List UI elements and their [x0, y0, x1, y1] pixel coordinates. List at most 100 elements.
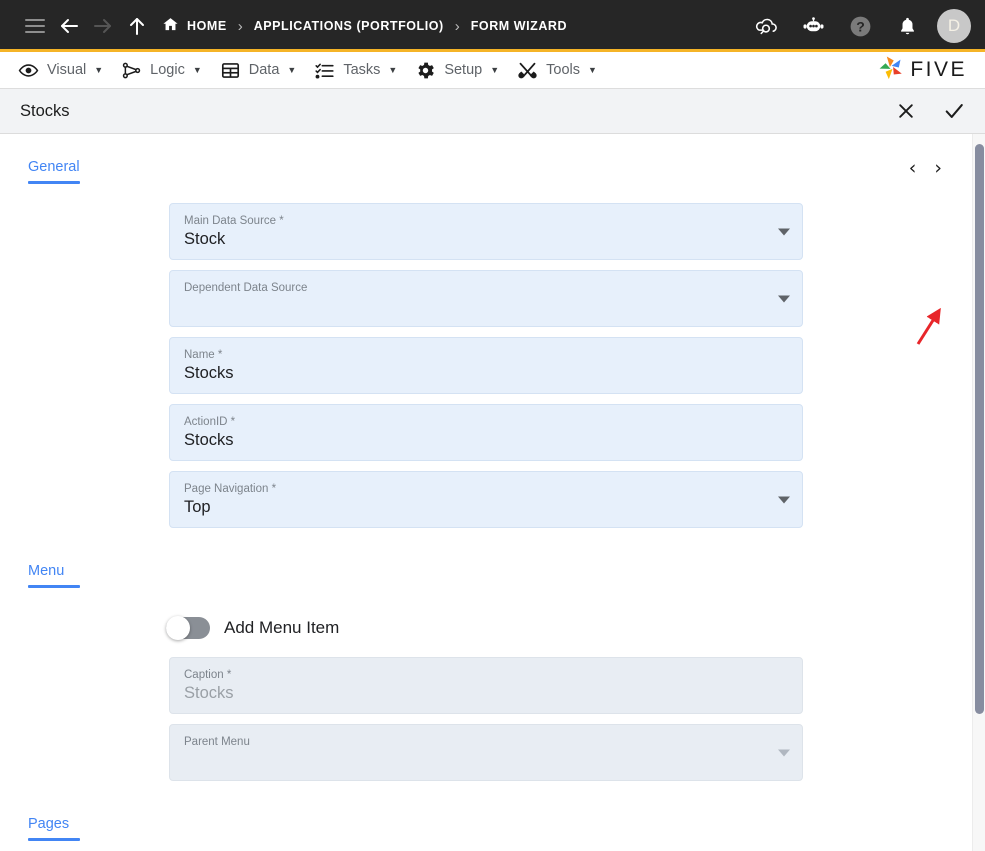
- field-label: Name *: [184, 349, 223, 361]
- chevron-down-icon[interactable]: [778, 228, 790, 235]
- section-menu: Menu Add Menu Item Caption * Stocks Pare…: [0, 538, 972, 781]
- field-value: Stocks: [184, 431, 234, 449]
- field-main-data-source[interactable]: Main Data Source * Stock: [169, 203, 803, 260]
- menu-item-tools[interactable]: Tools ▼: [513, 52, 611, 88]
- hamburger-menu-icon[interactable]: [18, 9, 52, 43]
- confirm-check-icon[interactable]: [941, 98, 967, 124]
- menu-item-label: Tools: [546, 62, 580, 78]
- menu-item-logic[interactable]: Logic ▼: [117, 52, 216, 88]
- section-underline: [28, 838, 80, 841]
- add-menu-item-row: Add Menu Item: [0, 588, 972, 640]
- toggle-label: Add Menu Item: [224, 618, 340, 637]
- cloud-search-icon[interactable]: [749, 9, 783, 43]
- eye-icon: [18, 60, 39, 81]
- breadcrumb-item-form-wizard[interactable]: FORM WIZARD: [471, 19, 567, 33]
- chevron-down-icon[interactable]: [778, 295, 790, 302]
- section-pages: Pages Type Action Caption + Form: [0, 791, 972, 851]
- close-icon[interactable]: [893, 98, 919, 124]
- application-menu-bar: Visual ▼ Logic ▼ Data ▼ Tasks ▼ Setup ▼ …: [0, 52, 985, 89]
- wrench-screwdriver-icon: [517, 60, 538, 81]
- add-menu-item-toggle[interactable]: [166, 616, 210, 640]
- back-arrow-icon[interactable]: [52, 9, 86, 43]
- section-title-pages: Pages: [28, 816, 70, 832]
- chevron-down-icon: ▼: [287, 65, 297, 75]
- menu-fields: Caption * Stocks Parent Menu: [0, 639, 972, 781]
- dialog-body: General ‹ › Main Data Source * Stock Dep…: [0, 134, 985, 851]
- dialog-actions: [893, 98, 967, 124]
- table-grid-icon: [220, 60, 241, 81]
- bell-icon[interactable]: [890, 9, 924, 43]
- topbar-actions: ? D: [749, 9, 971, 43]
- breadcrumb-separator: ›: [237, 17, 243, 35]
- menu-item-visual[interactable]: Visual ▼: [14, 52, 117, 88]
- field-label: Parent Menu: [184, 736, 250, 748]
- forward-arrow-icon[interactable]: [86, 9, 120, 43]
- menu-item-label: Logic: [150, 62, 185, 78]
- menu-item-label: Tasks: [343, 62, 381, 78]
- chevron-down-icon: ▼: [388, 65, 398, 75]
- breadcrumb-label: FORM WIZARD: [470, 19, 568, 33]
- gear-icon: [415, 60, 436, 81]
- field-label: Page Navigation *: [184, 483, 277, 495]
- brand-name: FIVE: [910, 58, 967, 81]
- section-title-menu: Menu: [28, 563, 65, 579]
- nav-prev-arrow[interactable]: ‹: [909, 159, 917, 178]
- field-actionid[interactable]: ActionID * Stocks: [169, 404, 803, 461]
- general-fields: Main Data Source * Stock Dependent Data …: [0, 184, 972, 528]
- menu-item-setup[interactable]: Setup ▼: [411, 52, 513, 88]
- field-page-navigation[interactable]: Page Navigation * Top: [169, 471, 803, 528]
- menu-item-label: Visual: [47, 62, 87, 78]
- page-title: Stocks: [20, 101, 70, 120]
- field-label: Main Data Source *: [184, 215, 284, 227]
- field-label: ActionID *: [184, 416, 236, 428]
- breadcrumb-separator: ›: [454, 17, 460, 35]
- page-nav-arrows: ‹ ›: [909, 159, 942, 178]
- home-icon: [162, 16, 179, 36]
- breadcrumb-label: APPLICATIONS (PORTFOLIO): [253, 19, 444, 33]
- section-title-general: General: [28, 159, 80, 175]
- user-avatar[interactable]: D: [937, 9, 971, 43]
- chevron-down-icon: ▼: [94, 65, 104, 75]
- logic-nodes-icon: [121, 60, 142, 81]
- top-navigation-bar: HOME › APPLICATIONS (PORTFOLIO) › FORM W…: [0, 0, 985, 52]
- robot-assistant-icon[interactable]: [796, 9, 830, 43]
- breadcrumb-label: HOME: [187, 19, 227, 33]
- nav-next-arrow[interactable]: ›: [934, 159, 942, 178]
- field-label: Dependent Data Source: [184, 282, 308, 294]
- svg-text:?: ?: [856, 18, 865, 34]
- field-value: Stocks: [184, 684, 234, 702]
- form-content: General ‹ › Main Data Source * Stock Dep…: [0, 134, 972, 851]
- menu-item-label: Setup: [444, 62, 483, 78]
- up-arrow-icon[interactable]: [120, 9, 154, 43]
- vertical-scrollbar[interactable]: [972, 134, 985, 851]
- field-value: [184, 295, 772, 317]
- field-value: [184, 749, 772, 771]
- chevron-down-icon[interactable]: [778, 496, 790, 503]
- field-name[interactable]: Name * Stocks: [169, 337, 803, 394]
- help-icon[interactable]: ?: [843, 9, 877, 43]
- field-value: Stock: [184, 230, 226, 248]
- field-caption: Caption * Stocks: [169, 657, 803, 714]
- scrollbar-thumb[interactable]: [975, 144, 984, 714]
- field-label: Caption *: [184, 669, 232, 681]
- dialog-header: Stocks: [0, 89, 985, 134]
- chevron-down-icon: ▼: [588, 65, 597, 75]
- breadcrumb-item-home[interactable]: HOME: [162, 16, 227, 36]
- field-value: Stocks: [184, 364, 234, 382]
- checklist-icon: [314, 60, 335, 81]
- section-general: General ‹ › Main Data Source * Stock Dep…: [0, 134, 972, 528]
- breadcrumb-item-applications[interactable]: APPLICATIONS (PORTFOLIO): [254, 19, 444, 33]
- menu-item-tasks[interactable]: Tasks ▼: [310, 52, 411, 88]
- toggle-knob: [166, 616, 190, 640]
- field-parent-menu: Parent Menu: [169, 724, 803, 781]
- app-root: HOME › APPLICATIONS (PORTFOLIO) › FORM W…: [0, 0, 985, 851]
- menu-item-data[interactable]: Data ▼: [216, 52, 311, 88]
- brand-logo[interactable]: FIVE: [878, 54, 971, 86]
- chevron-down-icon: ▼: [192, 65, 202, 75]
- field-value: Top: [184, 498, 211, 516]
- field-dependent-data-source[interactable]: Dependent Data Source: [169, 270, 803, 327]
- chevron-down-icon: ▼: [490, 65, 500, 75]
- five-pinwheel-logo-icon: [878, 54, 905, 86]
- chevron-down-icon: [778, 749, 790, 756]
- menu-item-label: Data: [248, 62, 280, 78]
